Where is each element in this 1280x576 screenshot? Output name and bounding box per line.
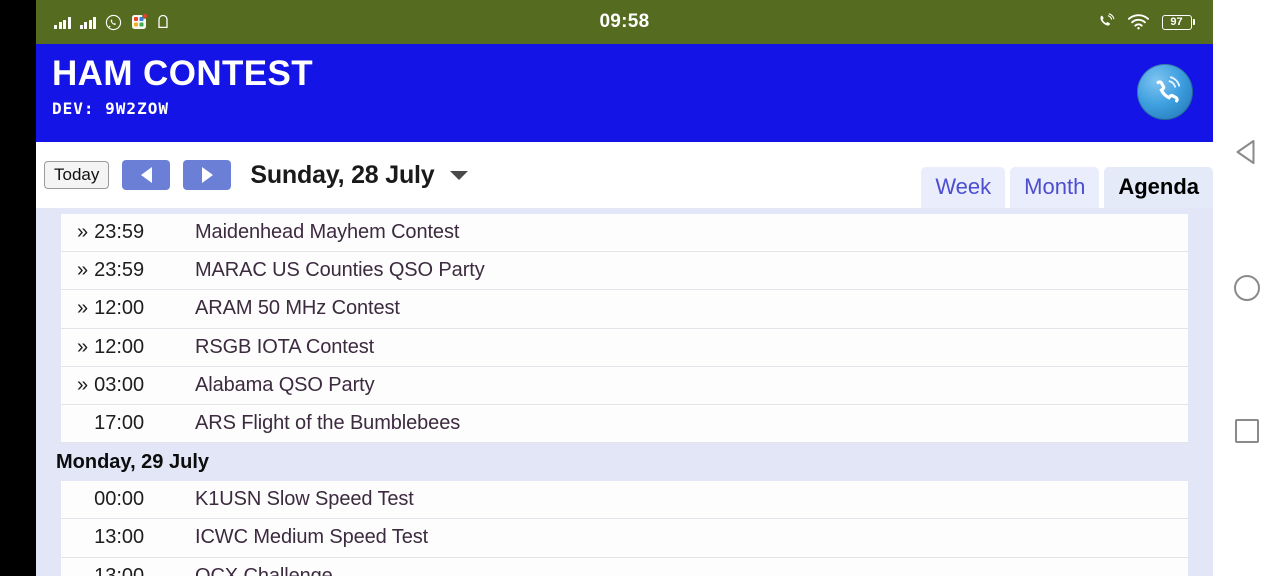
event-time-value: 13:00 [94,565,144,576]
event-time: » 23:59 [77,259,195,282]
view-tab-bar: Week Month Agenda [916,142,1213,208]
agenda-row-list: » 23:59 Maidenhead Mayhem Contest » 23:59 MAR… [61,214,1188,576]
event-title: ICWC Medium Speed Test [195,526,428,549]
agenda-event-row[interactable]: »13:00QCX Challenge [61,558,1188,576]
event-time: »13:00 [77,526,195,549]
battery-cap [1193,19,1196,25]
notification-bell-icon [156,14,170,30]
recents-square-icon[interactable] [1235,419,1259,443]
back-triangle-icon[interactable] [1236,138,1257,166]
app-title: HAM CONTEST [52,56,1193,93]
event-time: »00:00 [77,488,195,511]
tab-month[interactable]: Month [1010,167,1099,208]
event-time-value: 13:00 [94,526,144,549]
missed-call-icon [1096,13,1115,31]
tab-agenda[interactable]: Agenda [1104,167,1213,208]
phone-call-button[interactable] [1137,64,1193,120]
event-continuation-marker: » [77,259,88,282]
whatsapp-icon [105,14,122,31]
event-time: »13:00 [77,565,195,576]
chevron-left-icon [141,167,152,183]
event-title: ARAM 50 MHz Contest [195,297,400,320]
device-viewport: 09:58 97 [36,0,1213,576]
event-title: ARS Flight of the Bumblebees [195,412,460,435]
event-time-value: 00:00 [94,488,144,511]
event-title: QCX Challenge [195,565,333,576]
agenda-view[interactable]: » 23:59 Maidenhead Mayhem Contest » 23:59 MAR… [36,208,1213,576]
previous-day-button[interactable] [122,160,170,190]
agenda-event-row[interactable]: »17:00ARS Flight of the Bumblebees [61,405,1188,443]
event-continuation-marker: » [77,374,88,397]
event-continuation-marker: » [77,297,88,320]
signal-bars-icon-2 [80,16,97,29]
event-time: » 03:00 [77,374,195,397]
chevron-right-icon [202,167,213,183]
app-subtitle-dev-callsign: DEV: 9W2ZOW [52,99,1193,118]
event-title: Alabama QSO Party [195,374,374,397]
current-date-label[interactable]: Sunday, 28 July [250,161,434,190]
event-time: » 23:59 [77,221,195,244]
agenda-event-row[interactable]: » 23:59 MARAC US Counties QSO Party [61,252,1188,290]
app-notification-icon [131,14,147,30]
agenda-event-row[interactable]: »00:00K1USN Slow Speed Test [61,481,1188,519]
screen-root: 09:58 97 [0,0,1280,576]
agenda-day-header: Monday, 29 July [36,443,1213,481]
status-bar-clock: 09:58 [36,11,1213,33]
left-bezel [0,0,36,576]
tab-week[interactable]: Week [921,167,1005,208]
status-bar: 09:58 97 [36,0,1213,44]
app-header: HAM CONTEST DEV: 9W2ZOW [36,44,1213,142]
event-title: RSGB IOTA Contest [195,336,374,359]
system-navigation-bar [1213,0,1280,576]
event-continuation-marker: » [77,221,88,244]
agenda-event-row[interactable]: » 23:59 Maidenhead Mayhem Contest [61,214,1188,252]
signal-bars-icon [54,16,71,29]
event-title: K1USN Slow Speed Test [195,488,414,511]
event-title: Maidenhead Mayhem Contest [195,221,459,244]
caret-down-icon[interactable] [450,171,468,180]
today-button[interactable]: Today [44,161,109,190]
event-time-value: 23:59 [94,259,144,282]
event-title: MARAC US Counties QSO Party [195,259,485,282]
event-time-value: 03:00 [94,374,144,397]
event-time-value: 12:00 [94,336,144,359]
event-time-value: 12:00 [94,297,144,320]
event-time: » 12:00 [77,336,195,359]
wifi-icon [1128,14,1149,30]
next-day-button[interactable] [183,160,231,190]
agenda-event-row[interactable]: » 12:00 RSGB IOTA Contest [61,329,1188,367]
agenda-event-row[interactable]: » 12:00 ARAM 50 MHz Contest [61,290,1188,328]
battery-indicator: 97 [1162,15,1196,30]
agenda-event-row[interactable]: » 03:00 Alabama QSO Party [61,367,1188,405]
status-bar-left-icons [54,14,170,31]
event-time: »17:00 [77,412,195,435]
event-continuation-marker: » [77,336,88,359]
battery-level-text: 97 [1162,15,1192,30]
agenda-event-row[interactable]: »13:00ICWC Medium Speed Test [61,519,1188,557]
phone-call-icon [1148,75,1182,109]
event-time-value: 17:00 [94,412,144,435]
status-bar-right-icons: 97 [1096,13,1196,31]
event-time-value: 23:59 [94,221,144,244]
home-circle-icon[interactable] [1234,275,1260,301]
calendar-toolbar: Today Sunday, 28 July Week Month Agenda [36,142,1213,208]
event-time: » 12:00 [77,297,195,320]
